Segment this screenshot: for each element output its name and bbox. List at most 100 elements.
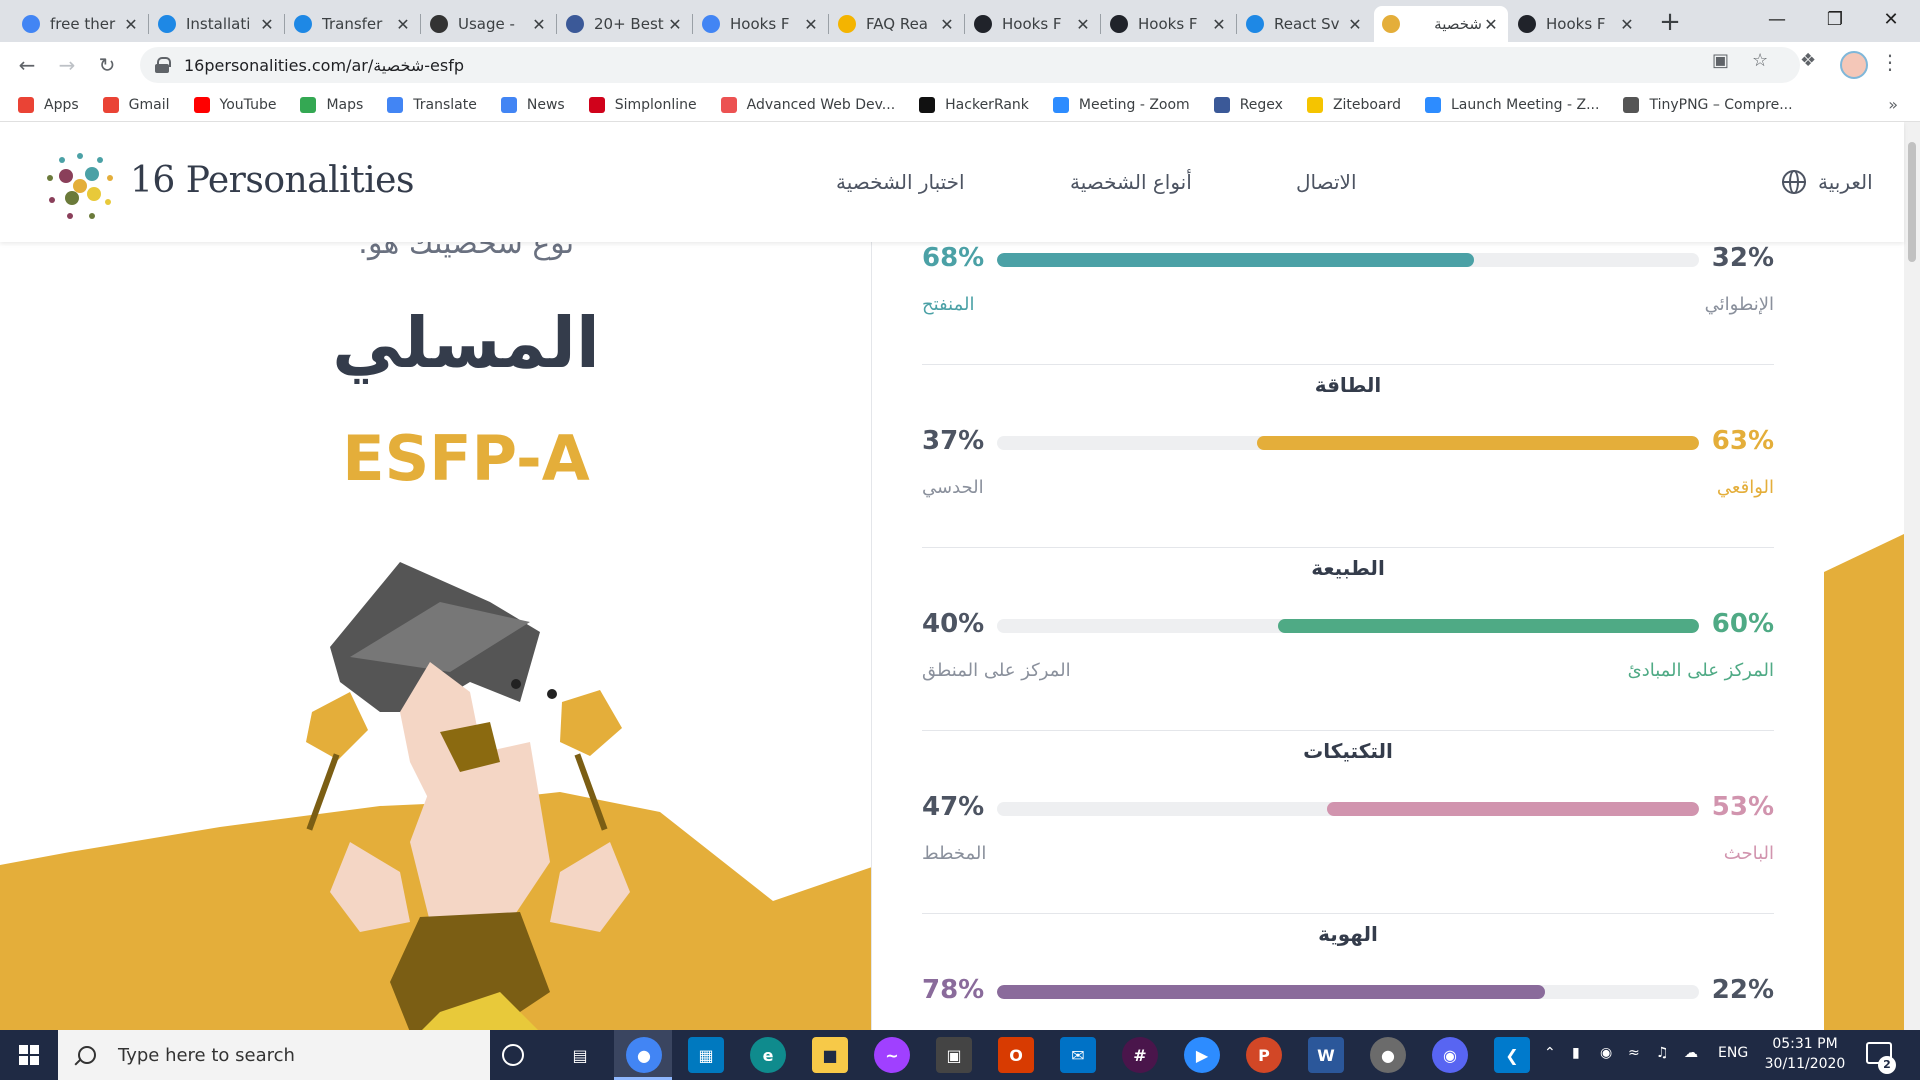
office-taskbar-icon[interactable]: O [998,1037,1034,1073]
close-tab-icon[interactable]: ✕ [1618,15,1636,34]
close-window-button[interactable]: ✕ [1862,0,1920,40]
browser-tab[interactable]: Installati ✕ [150,6,284,42]
trello-taskbar-icon[interactable]: ▦ [688,1037,724,1073]
logo-text[interactable]: 16 Personalities [130,160,414,201]
16p-icon [1382,15,1400,33]
browser-tab[interactable]: Usage - ✕ [422,6,556,42]
close-tab-icon[interactable]: ✕ [1210,15,1228,34]
mail-taskbar-icon[interactable]: ✉ [1060,1037,1096,1073]
bookmark-star-icon[interactable]: ☆ [1752,50,1768,71]
maximize-button[interactable]: ❐ [1806,0,1864,40]
profile-avatar[interactable] [1840,51,1868,79]
bookmark-item[interactable]: YouTube [193,96,276,113]
close-tab-icon[interactable]: ✕ [1074,15,1092,34]
battery-icon[interactable]: ▮ [1572,1045,1580,1061]
edge-taskbar-icon[interactable]: e [750,1037,786,1073]
mui-icon [294,15,312,33]
tray-chevron-icon[interactable]: ⌃ [1544,1045,1556,1061]
bookmark-item[interactable]: Simplonline [588,96,697,113]
browser-tab[interactable]: FAQ Rea ✕ [830,6,964,42]
discord-taskbar-icon[interactable]: ◉ [1432,1037,1468,1073]
browser-tab[interactable]: free ther ✕ [14,6,148,42]
volume-icon[interactable]: ♫ [1656,1045,1669,1061]
store-taskbar-icon[interactable]: ▣ [936,1037,972,1073]
reload-icon[interactable]: ↻ [92,50,122,80]
scrollbar-thumb[interactable] [1908,142,1916,262]
forward-icon[interactable]: → [52,50,82,80]
file-explorer-taskbar-icon[interactable]: ■ [812,1037,848,1073]
powerpoint-taskbar-icon[interactable]: P [1246,1037,1282,1073]
close-tab-icon[interactable]: ✕ [1346,15,1364,34]
messenger-taskbar-icon[interactable]: ~ [874,1037,910,1073]
tab-title: FAQ Rea [866,15,928,33]
bookmark-item[interactable]: HackerRank [919,96,1029,113]
more-bookmarks-icon[interactable]: » [1888,95,1898,114]
16personalities-logo-icon[interactable] [40,146,120,226]
close-tab-icon[interactable]: ✕ [258,15,276,34]
task-view-icon[interactable]: ▤ [562,1037,598,1073]
bookmark-item[interactable]: Gmail [102,96,170,113]
address-bar[interactable]: 16personalities.com/ar/شخصية-esfp [140,47,1800,83]
bookmark-item[interactable]: TinyPNG – Compre... [1623,96,1793,113]
browser-tab[interactable]: Hooks F ✕ [966,6,1100,42]
cortana-icon[interactable] [502,1044,524,1066]
close-tab-icon[interactable]: ✕ [666,15,684,34]
slack-taskbar-icon[interactable]: # [1122,1037,1158,1073]
close-tab-icon[interactable]: ✕ [1482,15,1500,34]
mui-icon [158,15,176,33]
zoom-taskbar-icon[interactable]: ▶ [1184,1037,1220,1073]
back-icon[interactable]: ← [12,50,42,80]
nav-contact[interactable]: الاتصال [1296,170,1357,194]
start-button[interactable] [0,1030,58,1080]
translate-page-icon[interactable]: ▣ [1712,50,1729,71]
trait-right-percent: 63% [1711,426,1774,456]
browser-tab[interactable]: 20+ Best ✕ [558,6,692,42]
minimize-button[interactable]: — [1748,0,1806,40]
trait-bar [997,436,1699,450]
trait-bar [997,985,1699,999]
windows-logo-icon [19,1045,39,1065]
close-tab-icon[interactable]: ✕ [530,15,548,34]
browser-tab[interactable]: Transfer ✕ [286,6,420,42]
language-indicator[interactable]: ENG [1718,1045,1748,1061]
bookmark-item[interactable]: Advanced Web Dev... [720,96,895,113]
globe-icon[interactable] [1782,170,1806,194]
bookmark-item[interactable]: News [500,96,565,113]
result-panel: نوع شخصيتك هو: المسلي ESFP-A [0,122,872,1030]
bookmark-item[interactable]: Translate [387,96,477,113]
ziteboard-icon [1306,96,1323,113]
taskbar-search[interactable]: Type here to search [58,1030,490,1080]
vscode-taskbar-icon[interactable]: ❮ [1494,1037,1530,1073]
nav-personality-test[interactable]: اختبار الشخصية [836,170,965,194]
close-tab-icon[interactable]: ✕ [802,15,820,34]
onedrive-icon[interactable]: ☁ [1684,1045,1698,1061]
browser-tab[interactable]: شخصية ✕ [1374,6,1508,42]
bookmark-item[interactable]: Regex [1213,96,1283,113]
word-taskbar-icon[interactable]: W [1308,1037,1344,1073]
browser-menu-icon[interactable]: ⋮ [1880,50,1900,74]
close-tab-icon[interactable]: ✕ [122,15,140,34]
browser-tab[interactable]: React Sv ✕ [1238,6,1372,42]
microphone-icon[interactable]: ◉ [1600,1045,1612,1061]
bookmark-item[interactable]: Apps [18,96,79,113]
app-taskbar-icon[interactable]: ● [1370,1037,1406,1073]
chrome-taskbar-icon[interactable]: ● [626,1037,662,1073]
new-tab-button[interactable]: + [1656,8,1684,36]
page-scrollbar[interactable] [1904,122,1920,1030]
close-tab-icon[interactable]: ✕ [394,15,412,34]
nav-personality-types[interactable]: أنواع الشخصية [1070,170,1192,194]
browser-tab[interactable]: Hooks F ✕ [1102,6,1236,42]
personality-code: ESFP-A [342,422,590,495]
nav-language[interactable]: العربية [1818,170,1873,194]
bookmark-item[interactable]: Meeting - Zoom [1052,96,1190,113]
browser-tab[interactable]: Hooks F ✕ [694,6,828,42]
right-background-wave [1824,534,1904,1030]
wifi-icon[interactable]: ≈ [1628,1045,1640,1061]
browser-tab[interactable]: Hooks F ✕ [1510,6,1644,42]
bookmark-item[interactable]: Ziteboard [1306,96,1401,113]
bookmark-item[interactable]: Maps [300,96,363,113]
close-tab-icon[interactable]: ✕ [938,15,956,34]
extensions-icon[interactable]: ❖ [1800,50,1816,71]
system-clock[interactable]: 05:31 PM 30/11/2020 [1760,1034,1850,1074]
bookmark-item[interactable]: Launch Meeting - Z... [1424,96,1599,113]
